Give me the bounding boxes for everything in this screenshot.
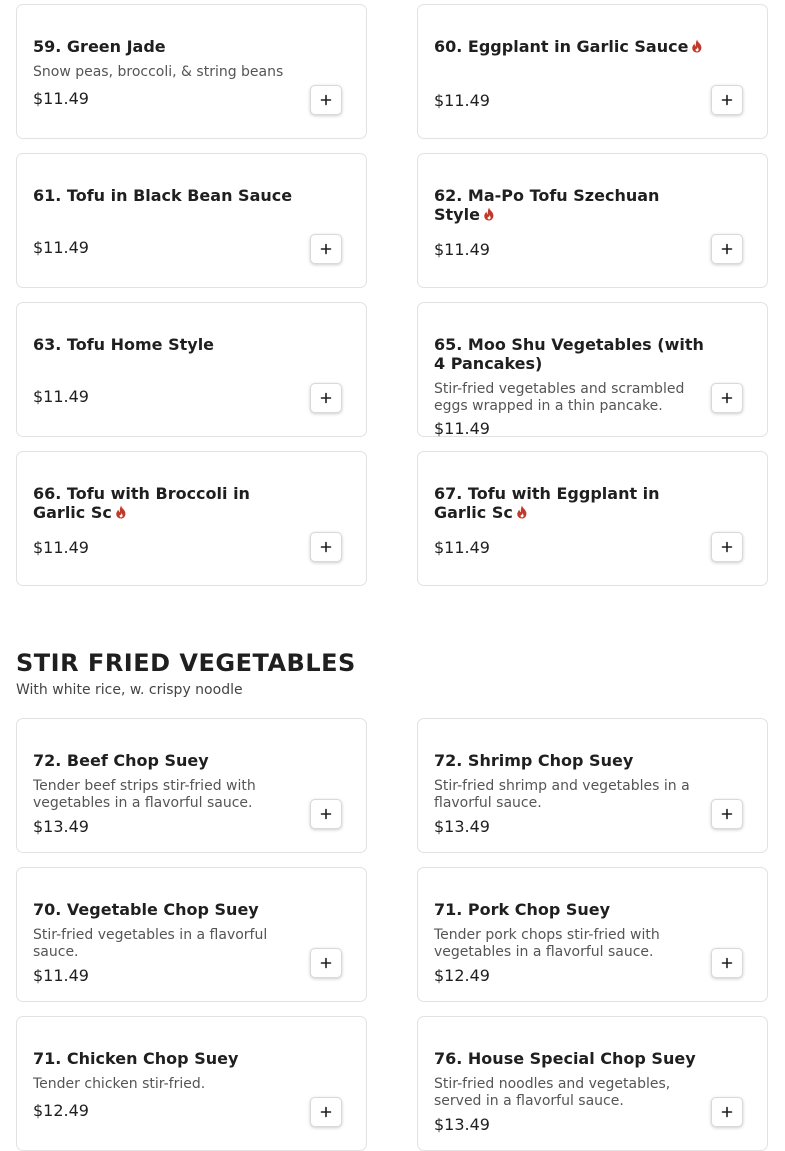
menu-item-price: $11.49 <box>33 238 89 257</box>
menu-item-name-text: 60. Eggplant in Garlic Sauce <box>434 37 689 56</box>
menu-item-name: 76. House Special Chop Suey <box>434 1049 704 1068</box>
add-item-button[interactable] <box>711 532 743 562</box>
menu-item-name: 71. Chicken Chop Suey <box>33 1049 303 1068</box>
plus-icon <box>320 957 332 969</box>
add-item-button[interactable] <box>310 532 342 562</box>
menu-item-card[interactable]: 70. Vegetable Chop Suey Stir-fried vegeta… <box>16 867 367 1002</box>
menu-item-description: Stir-fried vegetables and scrambled eggs… <box>434 381 685 414</box>
menu-item-name: 59. Green Jade <box>33 37 303 56</box>
menu-item-price: $11.49 <box>33 89 89 108</box>
menu-item-name: 67. Tofu with Eggplant in Garlic Sc <box>434 484 704 523</box>
plus-icon <box>320 808 332 820</box>
menu-item-name-text: 65. Moo Shu Vegetables (with 4 Pancakes) <box>434 335 704 373</box>
menu-item-name: 61. Tofu in Black Bean Sauce <box>33 186 303 205</box>
add-item-button[interactable] <box>310 383 342 413</box>
menu-item-name-text: 59. Green Jade <box>33 37 166 56</box>
flame-icon <box>115 504 127 523</box>
add-item-button[interactable] <box>310 85 342 115</box>
add-item-button[interactable] <box>711 234 743 264</box>
menu-item-name-text: 66. Tofu with Broccoli in Garlic Sc <box>33 484 250 522</box>
menu-item-description: Tender chicken stir-fried. <box>33 1076 206 1092</box>
add-item-button[interactable] <box>310 1097 342 1127</box>
flame-icon <box>516 504 528 523</box>
menu-item-description: Stir-fried vegetables in a flavorful sau… <box>33 927 268 960</box>
plus-icon <box>320 392 332 404</box>
menu-item-card[interactable]: 72. Beef Chop Suey Tender beef strips sti… <box>16 718 367 853</box>
menu-item-card[interactable]: 66. Tofu with Broccoli in Garlic Sc $11.4… <box>16 451 367 586</box>
flame-icon <box>483 206 495 225</box>
menu-item-description: Stir-fried noodles and vegetables, serve… <box>434 1076 671 1109</box>
menu-item-name-text: 72. Shrimp Chop Suey <box>434 751 634 770</box>
menu-item-card[interactable]: 72. Shrimp Chop Suey Stir-fried shrimp an… <box>417 718 768 853</box>
menu-item-description: Tender pork chops stir-fried with vegeta… <box>434 927 660 960</box>
menu-item-description: Snow peas, broccoli, & string beans <box>33 64 284 80</box>
menu-item-name-text: 61. Tofu in Black Bean Sauce <box>33 186 293 205</box>
menu-item-card[interactable]: 65. Moo Shu Vegetables (with 4 Pancakes)… <box>417 302 768 438</box>
menu-item-card[interactable]: 59. Green Jade Snow peas, broccoli, & str… <box>16 4 367 139</box>
menu-item-name-text: 67. Tofu with Eggplant in Garlic Sc <box>434 484 660 522</box>
menu-item-name: 66. Tofu with Broccoli in Garlic Sc <box>33 484 303 523</box>
plus-icon <box>721 94 733 106</box>
menu-item-card[interactable]: 60. Eggplant in Garlic Sauce $11.49 <box>417 4 768 139</box>
menu-item-card[interactable]: 71. Pork Chop Suey Tender pork chops stir… <box>417 867 768 1002</box>
menu-item-card[interactable]: 71. Chicken Chop Suey Tender chicken stir… <box>16 1016 367 1151</box>
add-item-button[interactable] <box>711 1097 743 1127</box>
menu-item-name-text: 70. Vegetable Chop Suey <box>33 900 259 919</box>
add-item-button[interactable] <box>310 234 342 264</box>
menu-item-price: $11.49 <box>33 538 89 557</box>
menu-item-name: 71. Pork Chop Suey <box>434 900 704 919</box>
plus-icon <box>320 243 332 255</box>
menu-item-name: 70. Vegetable Chop Suey <box>33 900 303 919</box>
plus-icon <box>320 541 332 553</box>
menu-item-price: $11.49 <box>434 91 490 110</box>
add-item-button[interactable] <box>310 799 342 829</box>
menu-item-name: 60. Eggplant in Garlic Sauce <box>434 37 704 57</box>
plus-icon <box>721 392 733 404</box>
menu-item-card[interactable]: 63. Tofu Home Style $11.49 <box>16 302 367 437</box>
section-title: STIR FRIED VEGETABLES <box>16 649 356 677</box>
menu-item-price: $11.49 <box>33 387 89 406</box>
menu-item-price: $13.49 <box>434 1115 490 1134</box>
menu-item-name: 65. Moo Shu Vegetables (with 4 Pancakes) <box>434 335 704 373</box>
menu-item-name: 63. Tofu Home Style <box>33 335 303 354</box>
add-item-button[interactable] <box>711 799 743 829</box>
menu-item-name-text: 62. Ma-Po Tofu Szechuan Style <box>434 186 660 224</box>
menu-item-name: 72. Shrimp Chop Suey <box>434 751 704 770</box>
menu-item-card[interactable]: 62. Ma-Po Tofu Szechuan Style $11.49 <box>417 153 768 288</box>
plus-icon <box>721 1106 733 1118</box>
plus-icon <box>721 541 733 553</box>
menu-item-price: $11.49 <box>434 538 490 557</box>
add-item-button[interactable] <box>711 85 743 115</box>
plus-icon <box>721 243 733 255</box>
menu-item-price: $12.49 <box>434 966 490 985</box>
menu-item-name-text: 71. Pork Chop Suey <box>434 900 611 919</box>
plus-icon <box>721 957 733 969</box>
plus-icon <box>721 808 733 820</box>
menu-item-price: $12.49 <box>33 1101 89 1120</box>
menu-item-name-text: 63. Tofu Home Style <box>33 335 215 354</box>
menu-item-price: $13.49 <box>33 817 89 836</box>
plus-icon <box>320 1106 332 1118</box>
menu-item-name-text: 72. Beef Chop Suey <box>33 751 209 770</box>
section-subtitle: With white rice, w. crispy noodle <box>16 682 243 698</box>
add-item-button[interactable] <box>711 948 743 978</box>
menu-item-description: Tender beef strips stir-fried with veget… <box>33 778 256 811</box>
menu-item-name: 72. Beef Chop Suey <box>33 751 303 770</box>
menu-item-name-text: 76. House Special Chop Suey <box>434 1049 696 1068</box>
add-item-button[interactable] <box>310 948 342 978</box>
menu-item-price: $11.49 <box>33 966 89 985</box>
menu-item-name: 62. Ma-Po Tofu Szechuan Style <box>434 186 704 225</box>
menu-item-price: $11.49 <box>434 240 490 259</box>
menu-item-price: $13.49 <box>434 817 490 836</box>
menu-item-card[interactable]: 76. House Special Chop Suey Stir-fried no… <box>417 1016 768 1151</box>
menu-item-description: Stir-fried shrimp and vegetables in a fl… <box>434 778 690 811</box>
menu-item-card[interactable]: 61. Tofu in Black Bean Sauce $11.49 <box>16 153 367 288</box>
flame-icon <box>691 38 703 57</box>
menu-item-card[interactable]: 67. Tofu with Eggplant in Garlic Sc $11.4… <box>417 451 768 586</box>
menu-item-price: $11.49 <box>434 419 490 438</box>
menu-item-name-text: 71. Chicken Chop Suey <box>33 1049 239 1068</box>
plus-icon <box>320 94 332 106</box>
add-item-button[interactable] <box>711 383 743 413</box>
